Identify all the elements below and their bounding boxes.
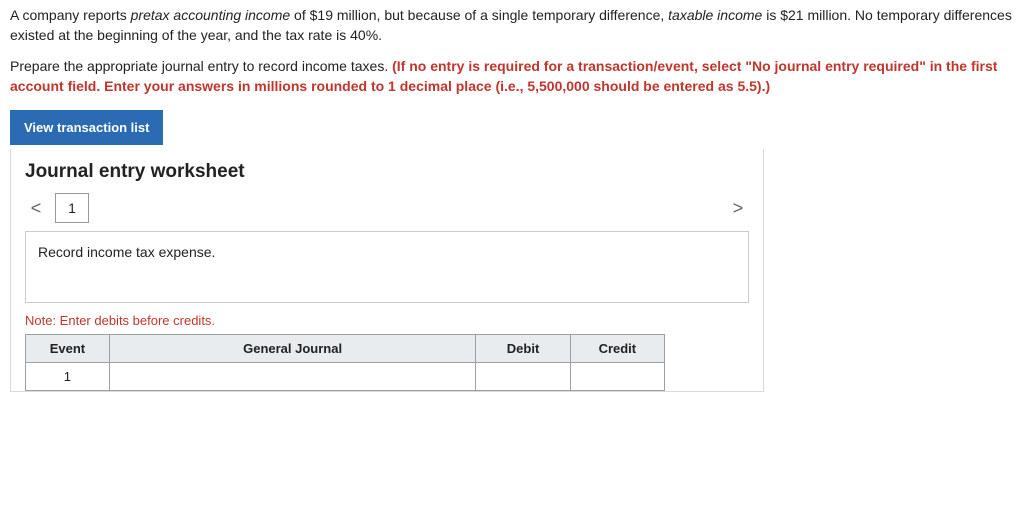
worksheet-tab-row: < 1 > (25, 193, 749, 223)
instruction-lead: Prepare the appropriate journal entry to… (10, 58, 392, 74)
col-header-general-journal: General Journal (109, 335, 476, 363)
prev-entry-button[interactable]: < (25, 198, 47, 219)
col-header-debit: Debit (476, 335, 570, 363)
cell-credit[interactable] (570, 363, 664, 391)
entry-description: Record income tax expense. (25, 231, 749, 303)
intro-text: of $19 million, but because of a single … (290, 7, 668, 23)
journal-entry-worksheet: Journal entry worksheet < 1 > Record inc… (10, 149, 764, 392)
intro-text: A company reports (10, 7, 131, 23)
cell-general-journal[interactable] (109, 363, 476, 391)
problem-intro: A company reports pretax accounting inco… (10, 6, 1014, 45)
next-entry-button[interactable]: > (727, 198, 749, 219)
worksheet-title: Journal entry worksheet (25, 161, 749, 183)
debits-before-credits-note: Note: Enter debits before credits. (25, 313, 749, 328)
instructions: Prepare the appropriate journal entry to… (10, 57, 1014, 96)
entry-tab-1[interactable]: 1 (55, 193, 89, 223)
col-header-event: Event (26, 335, 110, 363)
view-transaction-list-button[interactable]: View transaction list (10, 110, 163, 145)
cell-debit[interactable] (476, 363, 570, 391)
table-row: 1 (26, 363, 665, 391)
journal-table: Event General Journal Debit Credit 1 (25, 334, 665, 391)
col-header-credit: Credit (570, 335, 664, 363)
intro-em-2: taxable income (668, 7, 762, 23)
cell-event: 1 (26, 363, 110, 391)
intro-em-1: pretax accounting income (131, 7, 291, 23)
